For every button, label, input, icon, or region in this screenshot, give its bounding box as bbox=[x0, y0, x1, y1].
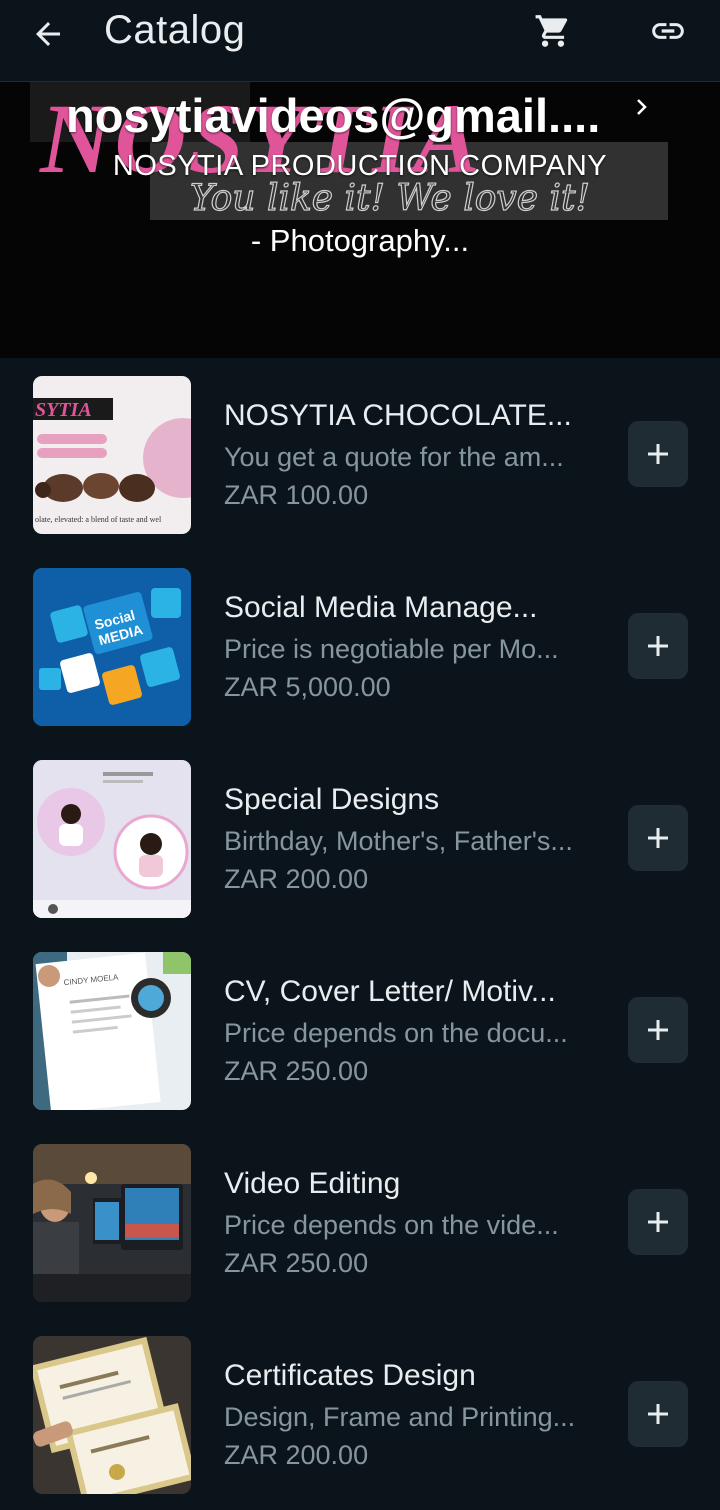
product-list: SYTIA olate, elevated: a blend of taste … bbox=[0, 358, 720, 1510]
plus-icon bbox=[648, 1212, 668, 1232]
product-name: Video Editing bbox=[224, 1167, 401, 1200]
product-description: Design, Frame and Printing... bbox=[224, 1402, 576, 1432]
product-price: ZAR 250.00 bbox=[224, 1248, 369, 1278]
product-description: You get a quote for the am... bbox=[224, 442, 564, 472]
product-item[interactable]: Social MEDIA Social Media Manage... Pric… bbox=[0, 550, 720, 742]
business-email: nosytiavideos@gmail.... bbox=[66, 89, 601, 142]
plus-icon bbox=[648, 1404, 668, 1424]
svg-text:You like it! We love it!: You like it! We love it! bbox=[190, 178, 590, 219]
plus-icon bbox=[648, 636, 668, 656]
product-price: ZAR 100.00 bbox=[224, 480, 369, 510]
product-description: Birthday, Mother's, Father's... bbox=[224, 826, 573, 856]
product-item[interactable]: SYTIA olate, elevated: a blend of taste … bbox=[0, 358, 720, 550]
app-bar: Catalog bbox=[0, 0, 720, 82]
add-to-cart-button[interactable] bbox=[628, 1189, 688, 1255]
add-to-cart-button[interactable] bbox=[628, 421, 688, 487]
add-to-cart-button[interactable] bbox=[628, 1381, 688, 1447]
business-banner[interactable]: NOSYTIA You like it! We love it! nosytia… bbox=[0, 82, 720, 358]
back-button[interactable] bbox=[22, 8, 74, 60]
product-item[interactable]: Certificates Design Design, Frame and Pr… bbox=[0, 1318, 720, 1510]
add-to-cart-button[interactable] bbox=[628, 805, 688, 871]
svg-text:olate, elevated: a blend of ta: olate, elevated: a blend of taste and we… bbox=[35, 515, 162, 524]
product-price: ZAR 200.00 bbox=[224, 1440, 369, 1470]
product-name: Social Media Manage... bbox=[224, 591, 538, 624]
plus-icon bbox=[648, 828, 668, 848]
product-thumbnail bbox=[33, 1336, 191, 1494]
product-price: ZAR 250.00 bbox=[224, 1056, 369, 1086]
business-name: NOSYTIA PRODUCTION COMPANY bbox=[112, 150, 608, 182]
link-icon bbox=[652, 23, 684, 39]
add-to-cart-button[interactable] bbox=[628, 997, 688, 1063]
product-name: Certificates Design bbox=[224, 1359, 476, 1392]
product-price: ZAR 5,000.00 bbox=[224, 672, 391, 702]
product-name: NOSYTIA CHOCOLATE... bbox=[224, 399, 572, 432]
product-description: Price depends on the docu... bbox=[224, 1018, 568, 1048]
product-description: Price depends on the vide... bbox=[224, 1210, 559, 1240]
product-name: Special Designs bbox=[224, 783, 440, 816]
arrow-left-icon bbox=[36, 22, 60, 46]
product-thumbnail bbox=[33, 760, 191, 918]
plus-icon bbox=[648, 1020, 668, 1040]
product-item[interactable]: CINDY MOELA CV, Cover Letter/ Motiv... P… bbox=[0, 934, 720, 1126]
product-thumbnail: CINDY MOELA bbox=[33, 952, 191, 1110]
cart-button[interactable] bbox=[528, 6, 578, 56]
add-to-cart-button[interactable] bbox=[628, 613, 688, 679]
product-price: ZAR 200.00 bbox=[224, 864, 369, 894]
business-description: - Photography... bbox=[250, 223, 470, 258]
product-item[interactable]: Video Editing Price depends on the vide.… bbox=[0, 1126, 720, 1318]
cart-icon bbox=[535, 15, 568, 47]
svg-text:SYTIA: SYTIA bbox=[35, 399, 92, 421]
product-name: CV, Cover Letter/ Motiv... bbox=[224, 975, 556, 1008]
product-thumbnail: SYTIA olate, elevated: a blend of taste … bbox=[33, 376, 191, 534]
chevron-right-icon bbox=[632, 94, 656, 124]
share-link-button[interactable] bbox=[642, 6, 694, 56]
plus-icon bbox=[648, 444, 668, 464]
product-thumbnail bbox=[33, 1144, 191, 1302]
product-thumbnail: Social MEDIA bbox=[33, 568, 191, 726]
page-title: Catalog bbox=[104, 8, 246, 52]
product-item[interactable]: Special Designs Birthday, Mother's, Fath… bbox=[0, 742, 720, 934]
product-description: Price is negotiable per Mo... bbox=[224, 634, 559, 664]
